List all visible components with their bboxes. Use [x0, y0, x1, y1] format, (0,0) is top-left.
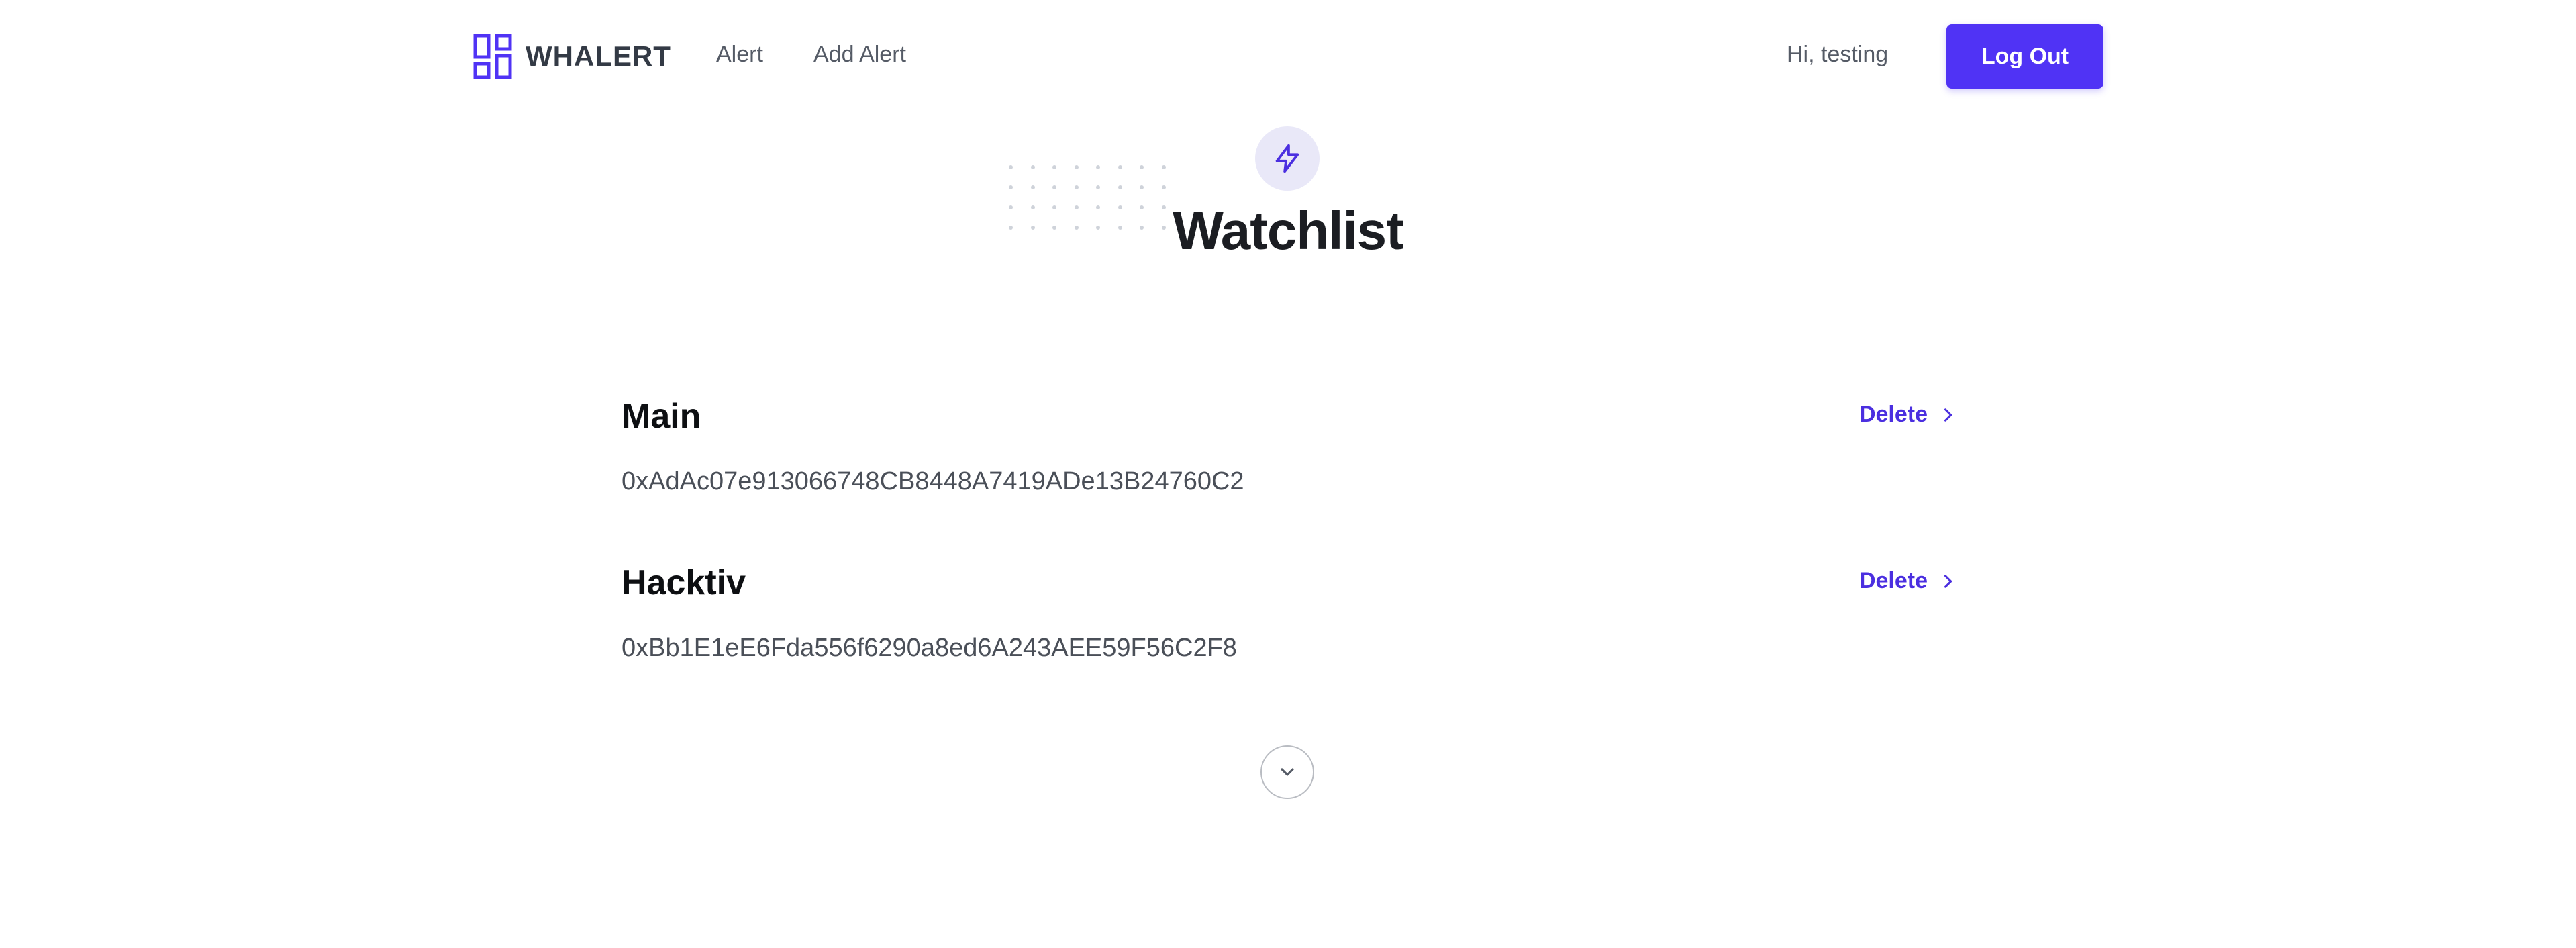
chevron-right-icon [1944, 408, 1952, 422]
scroll-down-button[interactable] [1260, 745, 1314, 799]
dashboard-grid-icon [473, 34, 512, 79]
brand-name: WHALERT [526, 40, 671, 72]
logout-button[interactable]: Log Out [1946, 24, 2103, 89]
watchlist-item-address: 0xBb1E1eE6Fda556f6290a8ed6A243AEE59F56C2… [622, 634, 1237, 662]
watchlist-item: Main 0xAdAc07e913066748CB8448A7419ADe13B… [622, 396, 1957, 563]
watchlist-item: Hacktiv 0xBb1E1eE6Fda556f6290a8ed6A243AE… [622, 563, 1957, 729]
nav-link-add-alert[interactable]: Add Alert [813, 42, 906, 68]
user-greeting: Hi, testing [1787, 42, 1889, 67]
watchlist-item-address: 0xAdAc07e913066748CB8448A7419ADe13B24760… [622, 467, 1244, 495]
delete-label: Delete [1859, 401, 1928, 427]
delete-button[interactable]: Delete [1859, 568, 1957, 594]
chevron-down-icon [1281, 768, 1294, 776]
lightning-bolt-icon [1275, 144, 1299, 173]
lightning-badge [1255, 126, 1320, 191]
top-navbar: WHALERT Alert Add Alert Hi, testing Log … [0, 0, 2576, 114]
page: WHALERT Alert Add Alert Hi, testing Log … [0, 0, 2576, 948]
watchlist: Main 0xAdAc07e913066748CB8448A7419ADe13B… [622, 396, 1957, 729]
delete-button[interactable]: Delete [1859, 401, 1957, 428]
watchlist-item-name: Hacktiv [622, 563, 746, 602]
watchlist-item-name: Main [622, 397, 701, 436]
nav-link-alert[interactable]: Alert [716, 42, 763, 68]
page-title: Watchlist [1173, 201, 1404, 260]
brand[interactable]: WHALERT [473, 34, 671, 79]
delete-label: Delete [1859, 568, 1928, 594]
chevron-right-icon [1944, 574, 1952, 588]
